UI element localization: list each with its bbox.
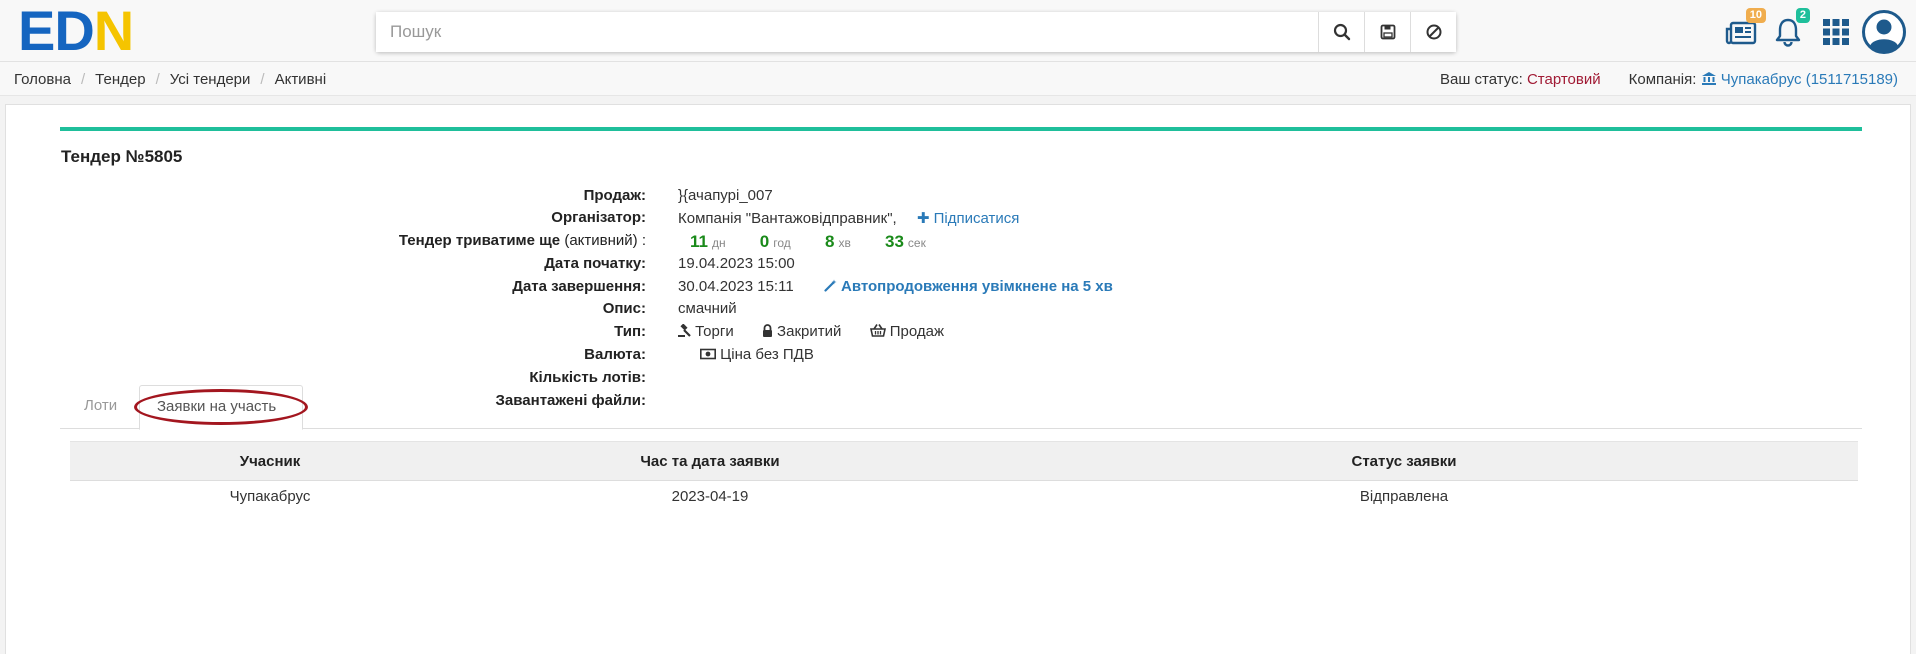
- company-info: Компанія: Чупакабрус (1511715189): [1629, 71, 1898, 88]
- cell-participant: Чупакабрус: [229, 487, 311, 505]
- apps-menu-button[interactable]: [1814, 10, 1858, 54]
- end-date-label: Дата завершення:: [512, 278, 646, 295]
- account-status: Ваш статус: Стартовий Компанія: Чупакабр…: [1440, 71, 1898, 88]
- duration-label: Тендер триватиме ще (активний) :: [398, 232, 646, 249]
- breadcrumb-bar: Головна / Тендер / Усі тендери / Активні…: [0, 62, 1916, 96]
- floppy-disk-icon: [1380, 24, 1395, 40]
- currency-label: Валюта:: [584, 346, 646, 363]
- search-input[interactable]: [376, 12, 1318, 52]
- top-navbar: ED N 10 2: [0, 0, 1916, 62]
- duration-state: (активний) :: [564, 232, 646, 249]
- header-status: Статус заявки: [1351, 452, 1457, 470]
- sale-value: }{ачапурі_007: [678, 187, 773, 204]
- field-start-date: Дата початку: 19.04.2023 15:00: [6, 255, 1906, 277]
- table-header: Учасник Час та дата заявки Статус заявки: [70, 441, 1858, 481]
- table-row[interactable]: Чупакабрус 2023-04-19 Відправлена: [70, 481, 1858, 511]
- lock-icon: [762, 324, 772, 337]
- lots-count-label: Кількість лотів:: [529, 369, 646, 386]
- start-date-value: 19.04.2023 15:00: [678, 255, 795, 272]
- logo-text-right: N: [93, 0, 134, 62]
- type-auction: Торги: [678, 323, 734, 340]
- save-search-button[interactable]: [1364, 12, 1410, 52]
- notifications-button[interactable]: 2: [1766, 8, 1810, 54]
- field-description: Опис: смачний: [6, 300, 1906, 322]
- sale-label: Продаж:: [583, 187, 646, 204]
- gavel-icon: [678, 323, 691, 337]
- start-date-label: Дата початку:: [544, 255, 646, 272]
- header-datetime: Час та дата заявки: [640, 452, 780, 470]
- edin-logo[interactable]: ED N: [18, 0, 136, 62]
- end-date-value: 30.04.2023 15:11: [678, 278, 794, 295]
- field-end-date: Дата завершення: 30.04.2023 15:11 Автопр…: [6, 278, 1906, 300]
- end-date-wrap: 30.04.2023 15:11 Автопродовження увімкне…: [678, 278, 1113, 295]
- bank-icon: [1701, 72, 1716, 85]
- breadcrumb-home[interactable]: Головна: [14, 71, 71, 88]
- field-type: Тип: Торги Закритий Продаж: [6, 323, 1906, 345]
- tender-title: Тендер №5805: [61, 147, 183, 166]
- type-closed: Закритий: [762, 323, 841, 340]
- search-bar: [376, 12, 1456, 52]
- user-avatar-icon: [1862, 10, 1906, 54]
- countdown-timer: 11 дн 0 год 8 хв 33 сек: [690, 232, 926, 251]
- subscribe-label: Підписатися: [933, 210, 1020, 227]
- basket-icon: [869, 324, 886, 337]
- breadcrumb: Головна / Тендер / Усі тендери / Активні: [14, 71, 327, 88]
- user-status-label: Ваш статус:: [1439, 71, 1523, 88]
- countdown-seconds: 33: [884, 232, 904, 251]
- company-label: Компанія:: [1628, 71, 1697, 88]
- user-status-value[interactable]: Стартовий: [1527, 71, 1601, 88]
- field-organizer: Організатор: Компанія "Вантажовідправник…: [6, 209, 1906, 231]
- description-label: Опис:: [602, 300, 646, 317]
- ban-icon: [1426, 24, 1441, 40]
- countdown-days: 11: [690, 232, 708, 251]
- currency-value: Ціна без ПДВ: [720, 346, 814, 363]
- money-icon: [700, 348, 716, 360]
- currency-value-wrap: Ціна без ПДВ: [700, 346, 814, 363]
- organizer-label: Організатор:: [551, 209, 646, 226]
- magic-wand-icon: [824, 279, 837, 292]
- autoextend-text: Автопродовження увімкнене на 5 хв: [841, 278, 1113, 295]
- cell-status: Відправлена: [1359, 487, 1449, 505]
- breadcrumb-active: Активні: [274, 71, 327, 88]
- header-participant: Учасник: [239, 452, 301, 470]
- countdown-minutes: 8: [824, 232, 835, 251]
- user-status: Ваш статус: Стартовий: [1440, 71, 1601, 88]
- clear-search-button[interactable]: [1410, 12, 1456, 52]
- breadcrumb-all-tenders[interactable]: Усі тендери: [170, 71, 251, 88]
- field-sale: Продаж: }{ачапурі_007: [6, 187, 1906, 209]
- notifications-badge: 2: [1795, 8, 1810, 23]
- type-values: Торги Закритий Продаж: [678, 323, 968, 340]
- tab-applications[interactable]: Заявки на участь: [139, 385, 303, 430]
- tab-lots[interactable]: Лоти: [84, 397, 117, 414]
- organizer-value-wrap: Компанія "Вантажовідправник", ✚ Підписат…: [678, 209, 1019, 227]
- company-link[interactable]: Чупакабрус (1511715189): [1721, 71, 1898, 88]
- plus-icon: ✚: [916, 210, 930, 227]
- subscribe-link[interactable]: ✚ Підписатися: [917, 210, 1020, 227]
- user-profile-button[interactable]: [1860, 8, 1908, 56]
- tender-tabs: Лоти Заявки на участь: [60, 385, 1862, 430]
- search-icon: [1333, 23, 1350, 41]
- logo-text-left: ED: [18, 0, 95, 62]
- autoextend-info: Автопродовження увімкнене на 5 хв: [824, 278, 1113, 295]
- organizer-value: Компанія "Вантажовідправник",: [678, 210, 897, 227]
- countdown-hours: 0: [759, 232, 770, 251]
- type-label: Тип:: [614, 323, 646, 340]
- cell-datetime: 2023-04-19: [671, 487, 749, 505]
- field-currency: Валюта: Ціна без ПДВ: [6, 346, 1906, 368]
- field-duration: Тендер триватиме ще (активний) : 11 дн 0г…: [6, 232, 1906, 254]
- tender-accent-line: [60, 127, 1862, 131]
- type-sale: Продаж: [869, 323, 944, 340]
- news-badge: 10: [1745, 8, 1766, 23]
- apps-grid-icon: [1823, 19, 1849, 45]
- news-button[interactable]: 10: [1720, 8, 1766, 54]
- applications-table: Учасник Час та дата заявки Статус заявки…: [70, 441, 1858, 511]
- tender-panel: Тендер №5805 Продаж: }{ачапурі_007 Орган…: [5, 104, 1911, 654]
- tab-applications-label: Заявки на участь: [157, 398, 277, 415]
- search-button[interactable]: [1318, 12, 1364, 52]
- breadcrumb-tender[interactable]: Тендер: [95, 71, 145, 88]
- description-value: смачний: [678, 300, 737, 317]
